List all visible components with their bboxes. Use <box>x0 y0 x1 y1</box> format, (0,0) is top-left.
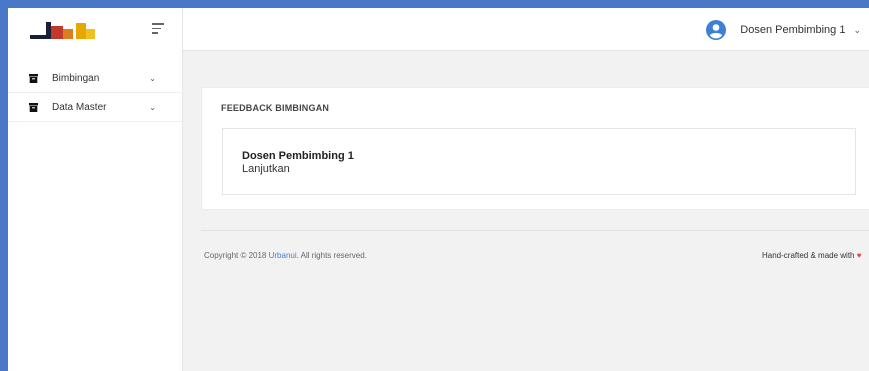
credit-text: Hand-crafted & made with <box>762 251 855 260</box>
user-avatar-icon <box>706 20 727 40</box>
footer-credit: Hand-crafted & made with ♥ <box>762 251 861 260</box>
user-menu[interactable]: Dosen Pembimbing 1 ⌄ <box>706 19 861 41</box>
sidebar: Bimbingan ⌄ Data Master ⌄ <box>8 51 183 371</box>
chevron-down-icon: ⌄ <box>149 73 156 83</box>
chevron-down-icon: ⌄ <box>149 102 156 112</box>
archive-icon <box>29 73 38 83</box>
app-logo[interactable] <box>30 20 100 42</box>
sidebar-item-bimbingan[interactable]: Bimbingan ⌄ <box>8 64 182 93</box>
card-title: FEEDBACK BIMBINGAN <box>221 103 330 113</box>
heart-icon: ♥ <box>856 251 862 260</box>
sidebar-item-label: Bimbingan <box>52 72 100 84</box>
menu-line-icon <box>152 32 158 34</box>
footer-copyright: Copyright © 2018 Urbanui. All rights res… <box>204 251 367 260</box>
feedback-message: Lanjutkan <box>242 163 290 175</box>
feedback-author: Dosen Pembimbing 1 <box>242 150 354 162</box>
feedback-card: FEEDBACK BIMBINGAN Dosen Pembimbing 1 La… <box>201 87 869 210</box>
copyright-prefix: Copyright © 2018 <box>204 251 269 260</box>
menu-line-icon <box>152 23 164 25</box>
copyright-suffix: . All rights reserved. <box>296 251 367 260</box>
top-header: Dosen Pembimbing 1 ⌄ <box>8 8 869 51</box>
archive-icon <box>29 102 38 112</box>
feedback-item: Dosen Pembimbing 1 Lanjutkan <box>222 128 856 195</box>
app-frame: Dosen Pembimbing 1 ⌄ Bimbingan ⌄ Data Ma… <box>8 8 869 371</box>
menu-toggle-button[interactable] <box>152 23 166 35</box>
footer-divider <box>201 230 869 231</box>
user-name: Dosen Pembimbing 1 <box>740 24 846 36</box>
sidebar-item-label: Data Master <box>52 101 107 113</box>
menu-line-icon <box>152 27 161 29</box>
urbanui-link[interactable]: Urbanui <box>269 251 297 260</box>
brand-area <box>8 8 183 51</box>
chevron-down-icon: ⌄ <box>853 24 861 35</box>
sidebar-item-data-master[interactable]: Data Master ⌄ <box>8 93 182 122</box>
